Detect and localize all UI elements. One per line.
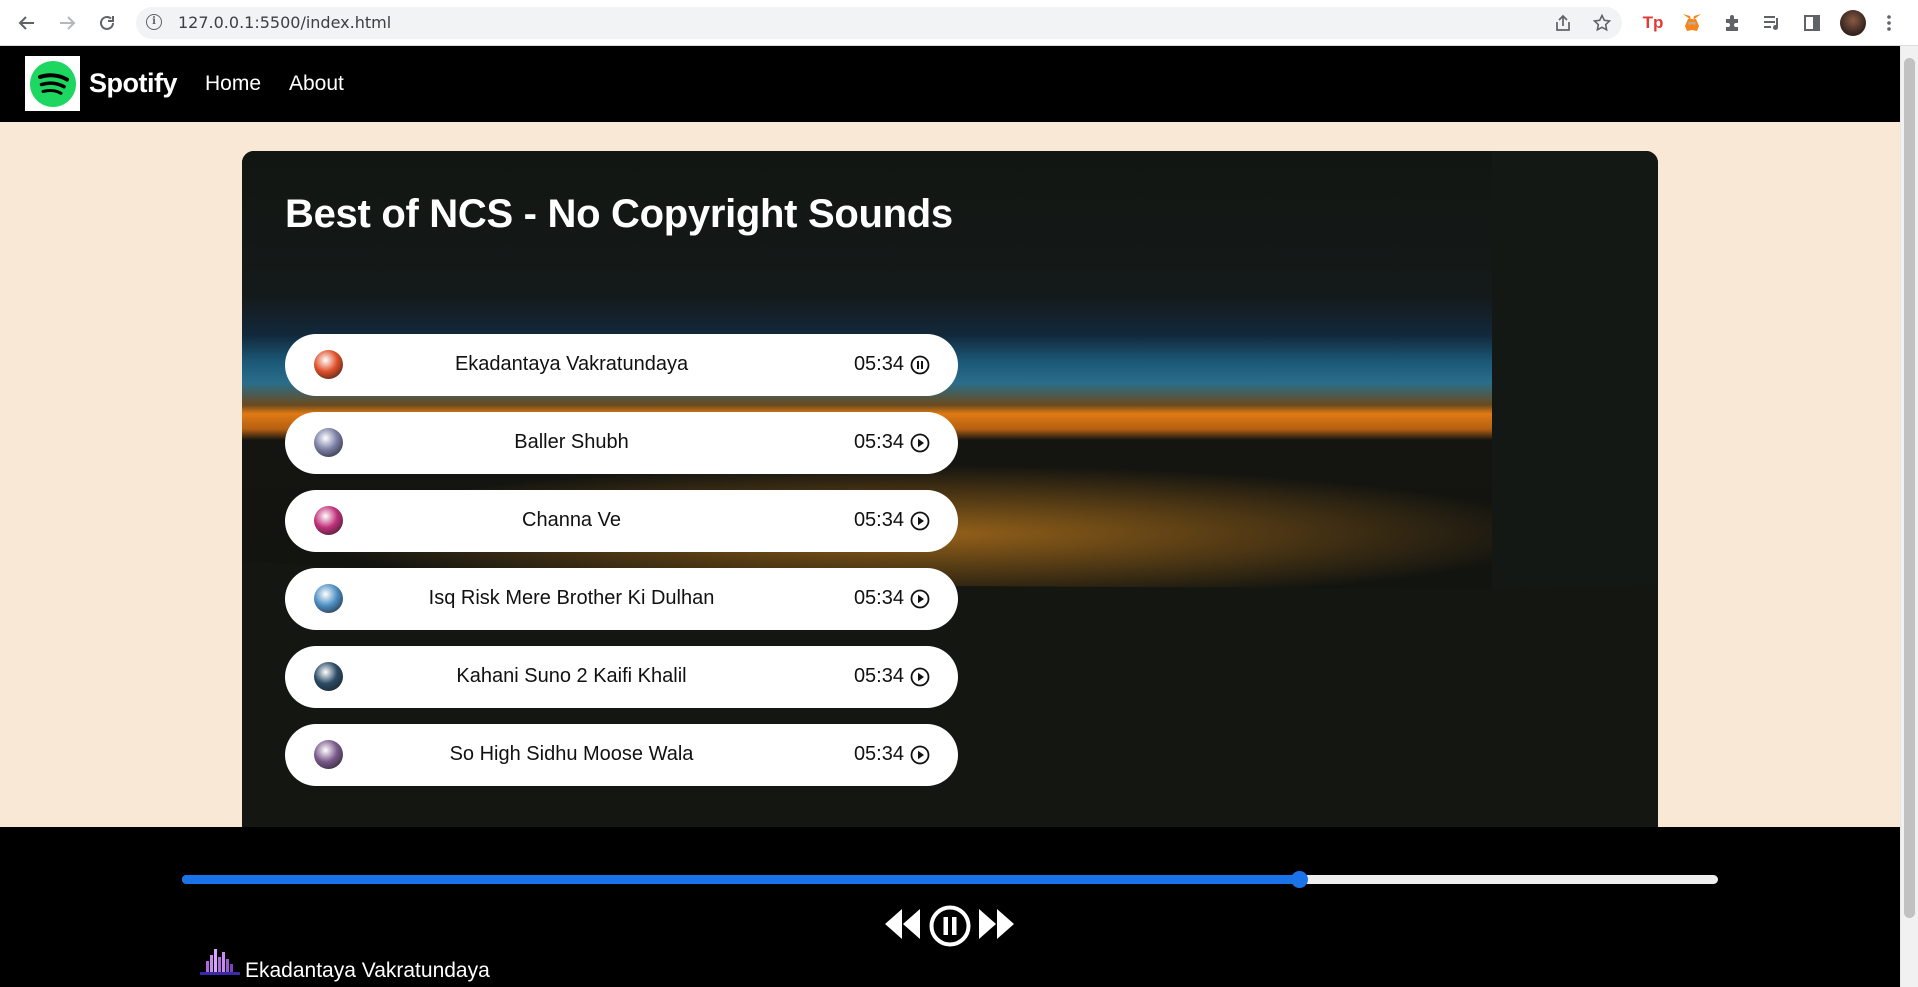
play-circle-icon[interactable] bbox=[910, 667, 930, 687]
song-duration: 05:34 bbox=[853, 665, 904, 687]
progress-fill bbox=[182, 875, 1299, 884]
pause-circle-icon[interactable] bbox=[910, 355, 930, 375]
song-name: Kahani Suno 2 Kaifi Khalil bbox=[456, 665, 687, 687]
bookmark-star-icon[interactable] bbox=[1591, 12, 1613, 34]
browser-toolbar: i 127.0.0.1:5500/index.html Tp bbox=[0, 0, 1918, 46]
song-duration: 05:34 bbox=[853, 587, 904, 609]
song-item[interactable]: Isq Risk Mere Brother Ki Dulhan 05:34 bbox=[285, 568, 958, 630]
brand-name[interactable]: Spotify bbox=[89, 68, 178, 99]
reload-icon[interactable] bbox=[94, 10, 120, 36]
spotify-logo-icon[interactable] bbox=[25, 56, 80, 111]
song-name: Baller Shubh bbox=[514, 431, 629, 453]
app-navbar: Spotify Home About bbox=[0, 46, 1900, 122]
song-name: Channa Ve bbox=[522, 509, 621, 531]
nav-link-home[interactable]: Home bbox=[205, 72, 261, 96]
progress-slider[interactable] bbox=[182, 871, 1718, 888]
song-duration: 05:34 bbox=[853, 743, 904, 765]
song-name: So High Sidhu Moose Wala bbox=[449, 743, 694, 765]
play-circle-icon[interactable] bbox=[910, 433, 930, 453]
song-name: Isq Risk Mere Brother Ki Dulhan bbox=[428, 587, 715, 609]
song-cover-image bbox=[314, 428, 343, 457]
song-duration: 05:34 bbox=[853, 509, 904, 531]
previous-icon[interactable] bbox=[882, 906, 924, 947]
song-cover-image bbox=[314, 506, 343, 535]
song-cover-image bbox=[314, 350, 343, 379]
profile-avatar[interactable] bbox=[1840, 10, 1866, 36]
arrow-left-icon[interactable] bbox=[14, 10, 40, 36]
tp-extension-icon[interactable]: Tp bbox=[1641, 11, 1665, 35]
page-scrollbar[interactable] bbox=[1900, 46, 1918, 987]
song-name: Ekadantaya Vakratundaya bbox=[454, 353, 689, 375]
address-url[interactable]: 127.0.0.1:5500/index.html bbox=[178, 13, 391, 32]
nav-link-about[interactable]: About bbox=[289, 72, 344, 96]
media-queue-icon[interactable] bbox=[1760, 11, 1784, 35]
more-menu-icon[interactable] bbox=[1882, 11, 1896, 35]
arrow-right-icon[interactable] bbox=[54, 10, 80, 36]
next-icon[interactable] bbox=[975, 906, 1017, 947]
share-icon[interactable] bbox=[1552, 12, 1574, 34]
song-cover-image bbox=[314, 662, 343, 691]
song-duration: 05:34 bbox=[853, 431, 904, 453]
progress-handle[interactable] bbox=[1290, 871, 1308, 888]
address-bar[interactable]: i 127.0.0.1:5500/index.html bbox=[136, 7, 1622, 39]
song-cover-image bbox=[314, 584, 343, 613]
song-item[interactable]: So High Sidhu Moose Wala 05:34 bbox=[285, 724, 958, 786]
scrollbar-thumb[interactable] bbox=[1904, 58, 1915, 918]
song-item[interactable]: Ekadantaya Vakratundaya 05:34 bbox=[285, 334, 958, 396]
puzzle-icon[interactable] bbox=[1720, 11, 1744, 35]
play-circle-icon[interactable] bbox=[910, 589, 930, 609]
play-circle-icon[interactable] bbox=[910, 745, 930, 765]
side-panel-icon[interactable] bbox=[1800, 11, 1824, 35]
song-cover-image bbox=[314, 740, 343, 769]
song-item[interactable]: Baller Shubh 05:34 bbox=[285, 412, 958, 474]
now-playing-title: Ekadantaya Vakratundaya bbox=[245, 959, 490, 982]
player-bar: Ekadantaya Vakratundaya bbox=[0, 827, 1900, 987]
playlist-title: Best of NCS - No Copyright Sounds bbox=[285, 192, 953, 236]
pause-circle-icon[interactable] bbox=[929, 905, 971, 952]
site-info-icon[interactable]: i bbox=[146, 14, 162, 30]
metamask-fox-icon[interactable] bbox=[1680, 11, 1704, 35]
song-duration: 05:34 bbox=[853, 353, 904, 375]
song-item[interactable]: Kahani Suno 2 Kaifi Khalil 05:34 bbox=[285, 646, 958, 708]
song-item[interactable]: Channa Ve 05:34 bbox=[285, 490, 958, 552]
play-circle-icon[interactable] bbox=[910, 511, 930, 531]
playing-equalizer-icon bbox=[200, 949, 240, 975]
playlist-container: Best of NCS - No Copyright Sounds Ekadan… bbox=[242, 151, 1658, 827]
